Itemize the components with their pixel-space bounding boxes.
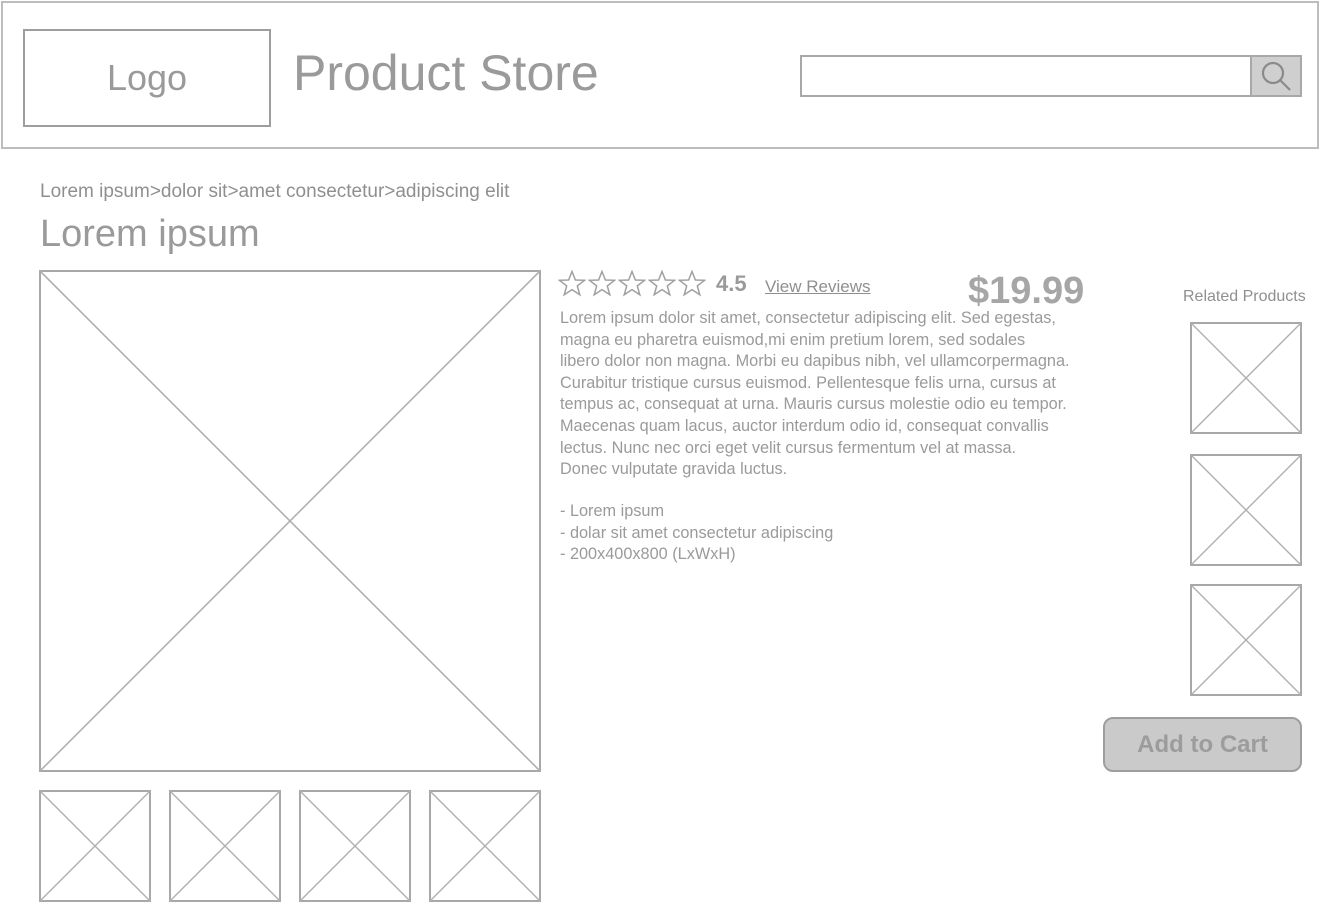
description-line: Curabitur tristique cursus euismod. Pell… xyxy=(560,373,1056,392)
star-icon xyxy=(648,270,676,297)
search-button[interactable] xyxy=(1250,55,1302,97)
store-title: Product Store xyxy=(293,45,599,101)
thumbnail-image[interactable] xyxy=(169,790,281,902)
description-line: libero dolor non magna. Morbi eu dapibus… xyxy=(560,352,1070,371)
description-line: magna eu pharetra euismod,mi enim pretiu… xyxy=(560,330,1026,349)
product-title: Lorem ipsum xyxy=(40,213,260,255)
add-to-cart-button[interactable]: Add to Cart xyxy=(1103,717,1302,772)
thumbnail-image[interactable] xyxy=(429,790,541,902)
thumbnail-image[interactable] xyxy=(299,790,411,902)
feature-item: - Lorem ipsum xyxy=(560,502,665,520)
rating-value: 4.5 xyxy=(716,271,747,296)
description-line: Lorem ipsum dolor sit amet, consectetur … xyxy=(560,309,1056,327)
logo-text: Logo xyxy=(106,57,188,98)
breadcrumb[interactable]: Lorem ipsum>dolor sit>amet consectetur>a… xyxy=(40,179,509,205)
search-input[interactable] xyxy=(800,55,1252,97)
feature-item: - 200x400x800 (LxWxH) xyxy=(560,545,736,564)
description-line: lectus. Nunc nec orci eget velit cursus … xyxy=(560,438,1017,457)
related-product-image[interactable] xyxy=(1190,322,1302,434)
star-icon xyxy=(618,270,646,297)
related-product-image[interactable] xyxy=(1190,454,1302,566)
star-icon xyxy=(558,270,586,297)
thumbnail-image[interactable] xyxy=(39,790,151,902)
product-features: - Lorem ipsum - dolar sit amet consectet… xyxy=(560,501,833,566)
description-line: tempus ac, consequat at urna. Mauris cur… xyxy=(560,395,1067,414)
star-icon xyxy=(588,270,616,297)
rating-stars[interactable] xyxy=(558,270,706,297)
product-description: Lorem ipsum dolor sit amet, consectetur … xyxy=(560,308,1105,481)
view-reviews-link[interactable]: View Reviews xyxy=(765,275,871,299)
related-product-image[interactable] xyxy=(1190,584,1302,696)
star-icon xyxy=(678,270,706,297)
main-product-image[interactable] xyxy=(39,270,541,772)
description-line: Maecenas quam lacus, auctor interdum odi… xyxy=(560,416,1049,435)
description-line: Donec vulputate gravida luctus. xyxy=(560,460,788,479)
logo[interactable]: Logo xyxy=(23,29,271,127)
magnifier-icon xyxy=(1261,61,1291,91)
feature-item: - dolar sit amet consectetur adipiscing xyxy=(560,523,834,542)
related-products-title: Related Products xyxy=(1183,288,1306,305)
